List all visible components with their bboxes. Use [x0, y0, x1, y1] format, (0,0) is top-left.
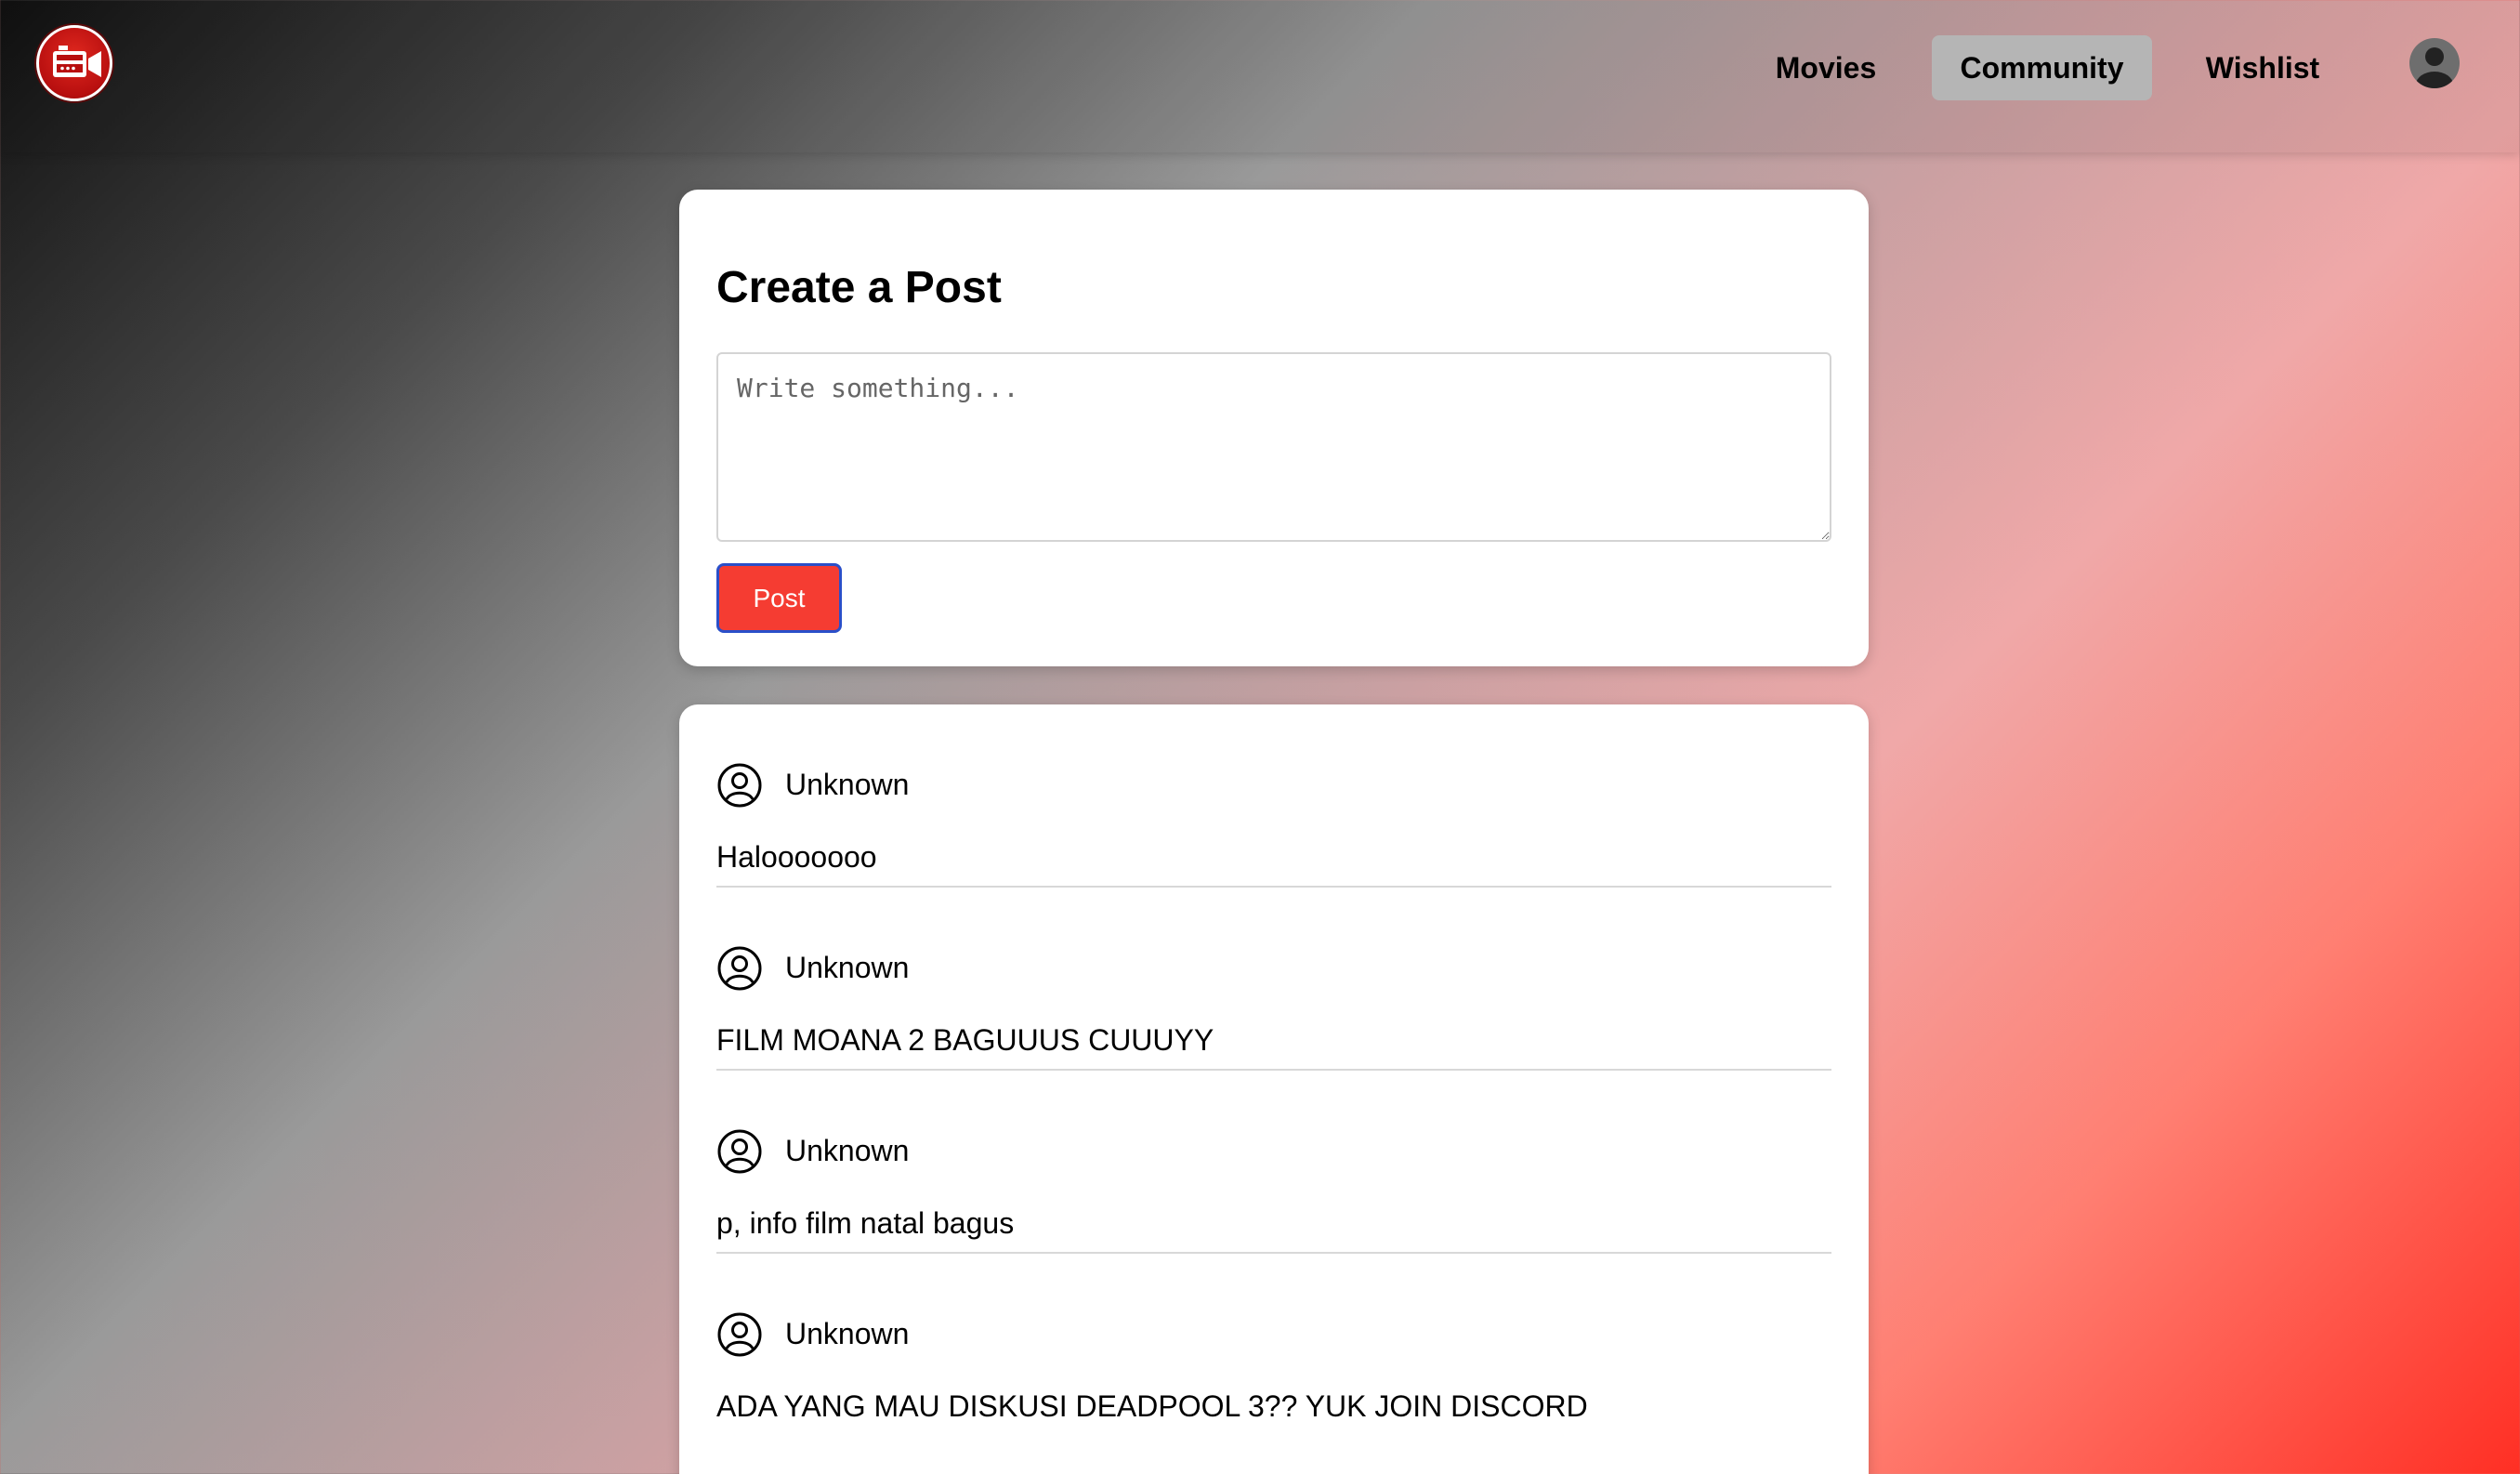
user-circle-icon: [717, 763, 762, 808]
create-post-card: Create a Post Post: [679, 190, 1869, 666]
post-text: ADA YANG MAU DISKUSI DEADPOOL 3?? YUK JO…: [716, 1389, 1588, 1423]
user-circle-icon: [717, 1129, 762, 1174]
post-username: Unknown: [785, 1134, 910, 1167]
user-circle-icon: [717, 1312, 762, 1357]
movie-camera-icon[interactable]: [36, 25, 112, 101]
post-item: Unknown Halooooooo: [716, 704, 1831, 888]
post-button[interactable]: Post: [716, 563, 842, 633]
post-textarea[interactable]: [716, 352, 1831, 542]
post-item: Unknown p, info film natal bagus: [716, 1071, 1831, 1254]
post-username: Unknown: [785, 768, 910, 801]
post-item: Unknown ADA YANG MAU DISKUSI DEADPOOL 3?…: [716, 1254, 1831, 1437]
post-username: Unknown: [785, 1317, 910, 1350]
top-navbar: Movies Community Wishlist: [0, 0, 2520, 152]
nav-movies[interactable]: Movies: [1747, 35, 1905, 100]
post-text: FILM MOANA 2 BAGUUUS CUUUYY: [716, 1023, 1214, 1057]
create-post-title: Create a Post: [716, 263, 1002, 312]
nav-wishlist[interactable]: Wishlist: [2179, 35, 2346, 100]
post-text: p, info film natal bagus: [716, 1206, 1015, 1240]
nav-community[interactable]: Community: [1932, 35, 2152, 100]
post-item: Unknown FILM MOANA 2 BAGUUUS CUUUYY: [716, 888, 1831, 1071]
post-text: Halooooooo: [716, 840, 877, 874]
user-circle-icon: [717, 946, 762, 991]
post-feed: Unknown Halooooooo Unknown FILM MOANA 2 …: [679, 704, 1869, 1474]
post-username: Unknown: [785, 951, 910, 984]
user-avatar-icon[interactable]: [2409, 38, 2460, 88]
